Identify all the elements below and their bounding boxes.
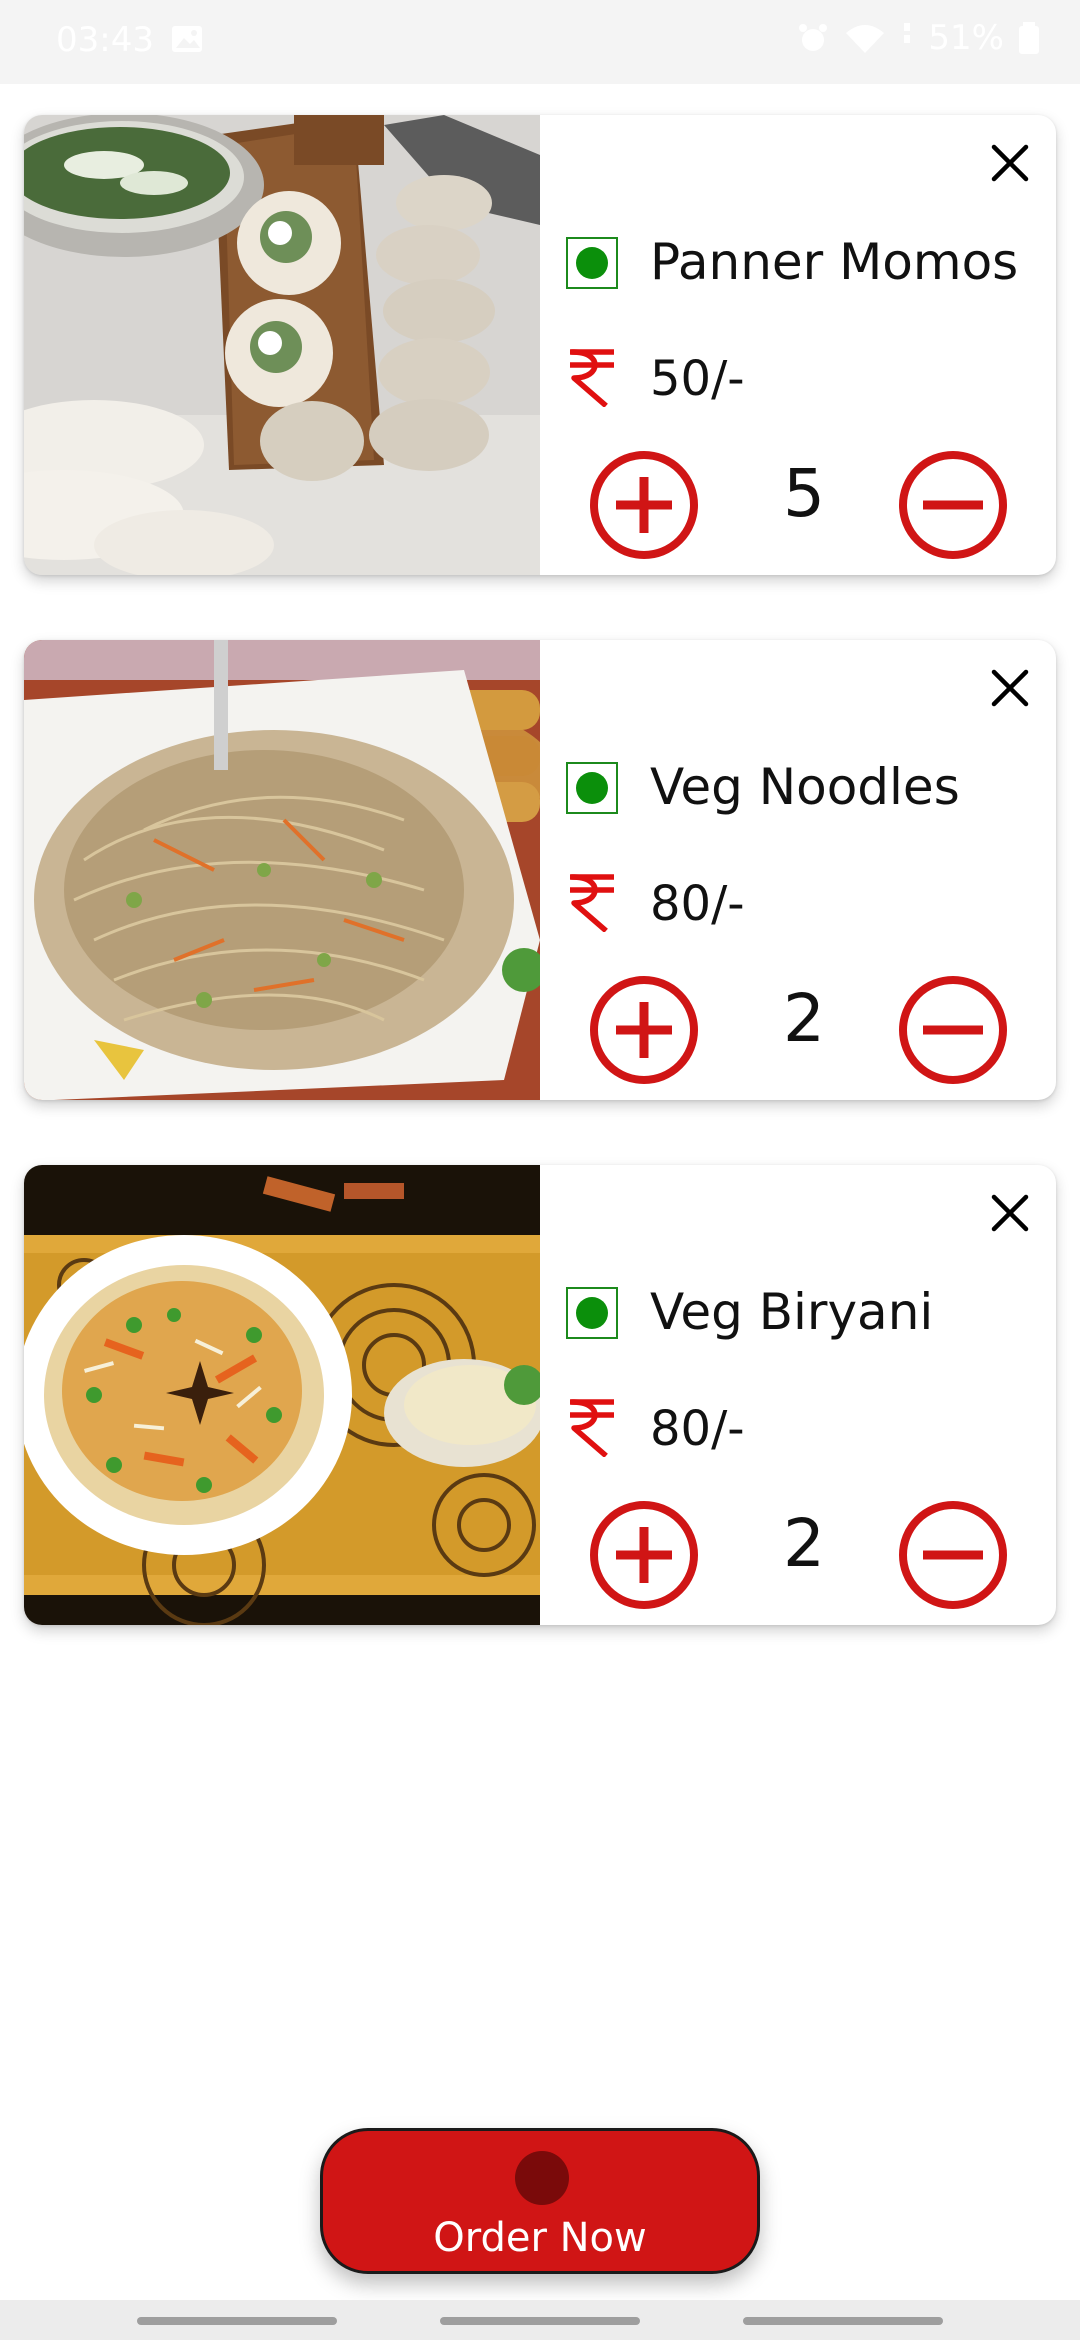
nav-recents-button[interactable] [137, 2317, 337, 2325]
battery-icon [1019, 22, 1039, 54]
cart-item-card: Veg Biryani 80/- 2 [24, 1165, 1056, 1625]
minus-circle-icon[interactable] [897, 1499, 1009, 1611]
plus-circle-icon[interactable] [588, 1499, 700, 1611]
item-price: 80/- [650, 876, 745, 932]
remove-item-button[interactable] [982, 135, 1038, 191]
close-icon [991, 144, 1029, 182]
plus-circle-icon[interactable] [588, 974, 700, 1086]
order-now-button[interactable]: Order Now [320, 2128, 760, 2274]
rupee-icon [570, 1399, 614, 1457]
signal-icon [904, 23, 911, 43]
gallery-notification-icon [172, 26, 202, 52]
item-image-momos [24, 115, 540, 575]
wifi-icon [846, 25, 885, 53]
nav-home-button[interactable] [440, 2317, 640, 2325]
veg-indicator-icon [566, 762, 618, 814]
veg-indicator-icon [566, 237, 618, 289]
item-name: Veg Noodles [650, 758, 960, 816]
item-image-biryani [24, 1165, 540, 1625]
rupee-icon [570, 349, 614, 407]
quantity-value: 2 [783, 1505, 825, 1582]
item-image-noodles [24, 640, 540, 1100]
status-bar: 03:43 51% [0, 0, 1080, 84]
item-name: Panner Momos [650, 233, 1019, 291]
close-icon [991, 1194, 1029, 1232]
remove-item-button[interactable] [982, 1185, 1038, 1241]
alarm-icon [799, 24, 828, 51]
order-indicator-icon [515, 2151, 569, 2205]
order-now-label: Order Now [433, 2215, 647, 2261]
minus-circle-icon[interactable] [897, 974, 1009, 1086]
rupee-icon [570, 874, 614, 932]
item-price: 80/- [650, 1401, 745, 1457]
item-name: Veg Biryani [650, 1283, 934, 1341]
veg-indicator-icon [566, 1287, 618, 1339]
nav-back-button[interactable] [743, 2317, 943, 2325]
status-time: 03:43 [56, 20, 154, 60]
close-icon [991, 669, 1029, 707]
plus-circle-icon[interactable] [588, 449, 700, 561]
remove-item-button[interactable] [982, 660, 1038, 716]
quantity-value: 5 [783, 455, 825, 532]
quantity-value: 2 [783, 980, 825, 1057]
minus-circle-icon[interactable] [897, 449, 1009, 561]
navigation-bar [0, 2300, 1080, 2340]
battery-percent: 51% [928, 18, 1004, 58]
cart-item-card: Veg Noodles 80/- 2 [24, 640, 1056, 1100]
cart-item-card: Panner Momos 50/- 5 [24, 115, 1056, 575]
item-price: 50/- [650, 351, 745, 407]
status-indicators: 51% [796, 18, 1040, 58]
